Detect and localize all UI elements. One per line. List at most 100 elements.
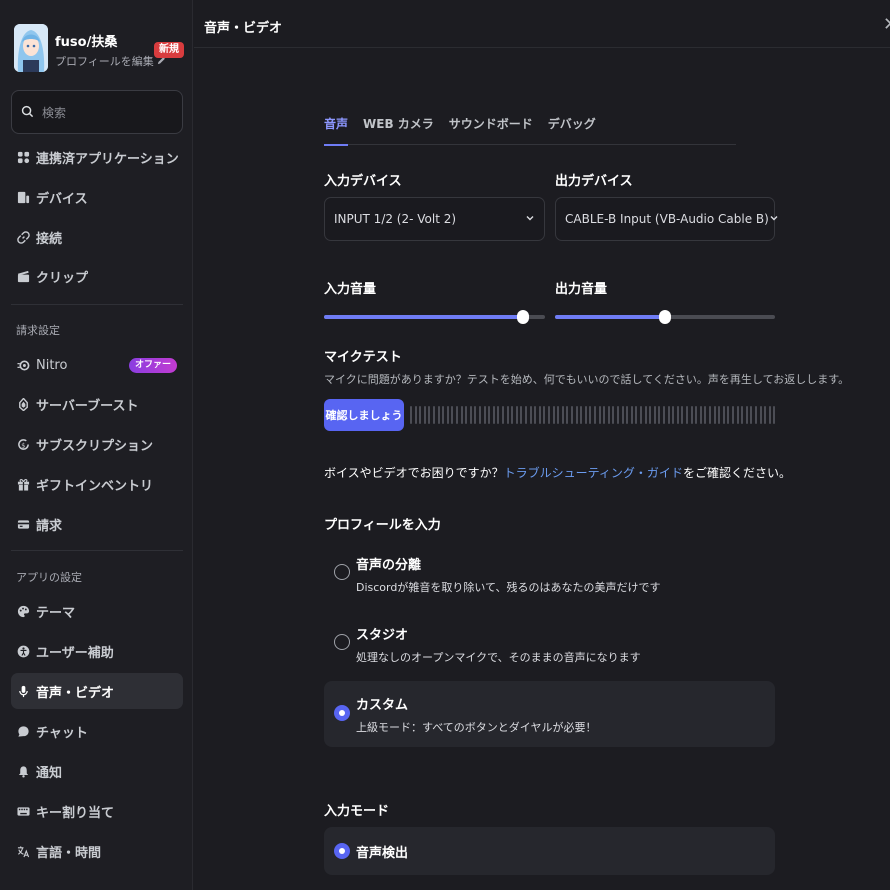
meter-bar xyxy=(529,406,532,424)
header-bar: 音声・ビデオ ✕ xyxy=(194,0,890,48)
sidebar-item-language[interactable]: 言語・時間 xyxy=(11,833,183,869)
sidebar-item-notifications[interactable]: 通知 xyxy=(11,753,183,789)
slider-fill xyxy=(324,315,523,319)
radio-button[interactable] xyxy=(334,564,350,580)
slider-handle[interactable] xyxy=(659,310,671,324)
meter-bar xyxy=(506,406,509,424)
output-device-select[interactable]: CABLE-B Input (VB-Audio Cable B) xyxy=(555,197,778,241)
meter-bar xyxy=(640,406,642,424)
meter-bar xyxy=(552,406,555,424)
billing-section-header: 請求設定 xyxy=(16,324,60,337)
option-title: 音声検出 xyxy=(356,846,409,861)
sidebar-item-connections[interactable]: 接続 xyxy=(11,219,183,255)
meter-bar xyxy=(561,406,564,424)
sidebar-item-label: キー割り当て xyxy=(36,805,115,821)
profile-option-custom[interactable]: カスタム 上級モード：すべてのボタンとダイヤルが必要！ xyxy=(324,681,775,747)
edit-profile-label: プロフィールを編集 xyxy=(55,55,154,68)
sidebar-item-devices[interactable]: デバイス xyxy=(11,179,183,215)
profile-option-studio[interactable]: スタジオ 処理なしのオープンマイクで、そのままの音声になります xyxy=(324,615,775,675)
sidebar-item-theme[interactable]: テーマ xyxy=(11,593,183,629)
output-volume-slider[interactable] xyxy=(555,310,775,324)
sidebar-item-label: 音声・ビデオ xyxy=(36,685,115,701)
meter-bar xyxy=(773,406,776,424)
sidebar-item-label: チャット xyxy=(36,725,88,741)
mic-test-title: マイクテスト xyxy=(324,350,402,365)
close-icon[interactable]: ✕ xyxy=(883,14,890,35)
radio-button[interactable] xyxy=(334,634,350,650)
meter-bar xyxy=(635,406,638,424)
subscription-icon: $ xyxy=(16,437,30,451)
app-settings-section-header: アプリの設定 xyxy=(16,571,82,584)
tab-soundboard[interactable]: サウンドボード xyxy=(449,112,533,145)
meter-bar xyxy=(442,406,445,424)
chevron-down-icon xyxy=(525,212,535,226)
edit-profile-link[interactable]: プロフィールを編集 xyxy=(55,53,166,69)
meter-bar xyxy=(419,406,422,424)
tab-debug[interactable]: デバッグ xyxy=(548,112,596,145)
sidebar-item-authorized-apps[interactable]: 連携済アプリケーション xyxy=(11,139,183,175)
meter-bar xyxy=(598,406,601,424)
meter-bar xyxy=(695,406,698,424)
meter-bar xyxy=(520,406,523,424)
meter-bar xyxy=(566,406,569,424)
search-input[interactable]: 検索 xyxy=(11,90,183,134)
card-icon xyxy=(16,517,30,531)
sidebar-item-gift-inventory[interactable]: ギフトインベントリ xyxy=(11,466,183,502)
sidebar-item-keybinds[interactable]: キー割り当て xyxy=(11,793,183,829)
meter-bar xyxy=(543,406,546,424)
avatar[interactable] xyxy=(14,24,48,72)
input-mode-voice-activity[interactable]: 音声検出 xyxy=(324,827,775,875)
meter-bar xyxy=(709,406,711,424)
mic-test-button[interactable]: 確認しましょう xyxy=(324,399,404,431)
meter-bar xyxy=(681,406,684,424)
slider-handle[interactable] xyxy=(516,310,529,324)
meter-bar xyxy=(437,406,440,424)
input-volume-label: 入力音量 xyxy=(324,282,377,297)
profile-option-voice-isolation[interactable]: 音声の分離 Discordが雑音を取り除いて、残るのはあなたの美声だけです xyxy=(324,545,775,605)
output-volume-label: 出力音量 xyxy=(555,282,608,297)
meter-bar xyxy=(644,406,647,424)
input-device-select[interactable]: INPUT 1/2 (2- Volt 2) xyxy=(324,197,545,241)
meter-bar xyxy=(704,406,707,424)
user-profile-panel[interactable]: fuso/扶桑 プロフィールを編集 新規 xyxy=(0,0,192,88)
sidebar-item-nitro[interactable]: Nitro オファー xyxy=(11,347,183,383)
sidebar-item-label: ユーザー補助 xyxy=(36,645,114,661)
sidebar-divider xyxy=(11,550,183,551)
sidebar-item-accessibility[interactable]: ユーザー補助 xyxy=(11,633,183,669)
sidebar-item-clips[interactable]: クリップ xyxy=(11,258,183,294)
meter-bar xyxy=(617,406,619,424)
input-volume-slider[interactable] xyxy=(324,310,545,324)
sidebar-item-subscriptions[interactable]: $ サブスクリプション xyxy=(11,426,183,462)
tab-webcam[interactable]: WEB カメラ xyxy=(363,112,434,145)
svg-text:$: $ xyxy=(21,441,25,449)
meter-bar xyxy=(658,406,661,424)
chat-icon xyxy=(16,724,30,738)
sidebar-divider xyxy=(11,304,183,305)
meter-bar xyxy=(750,406,753,424)
meter-bar xyxy=(727,406,730,424)
accessibility-icon xyxy=(16,644,30,658)
meter-bar xyxy=(534,406,537,424)
meter-bar xyxy=(548,406,550,424)
meter-bar xyxy=(515,406,518,424)
offer-badge: オファー xyxy=(128,357,177,373)
meter-bar xyxy=(626,406,629,424)
tab-voice[interactable]: 音声 xyxy=(324,112,349,146)
sidebar-item-billing[interactable]: 請求 xyxy=(11,506,183,542)
meter-bar xyxy=(483,406,486,424)
meter-bar xyxy=(699,406,702,424)
sidebar-item-chat[interactable]: チャット xyxy=(11,713,183,749)
radio-button-selected[interactable] xyxy=(334,843,350,859)
meter-bar xyxy=(741,406,744,424)
option-title: カスタム xyxy=(356,698,409,713)
meter-bar xyxy=(525,406,527,424)
troubleshooting-guide-link[interactable]: トラブルシューティング・ガイド xyxy=(504,466,683,480)
meter-bar xyxy=(580,406,583,424)
meter-bar xyxy=(433,406,435,424)
palette-icon xyxy=(16,604,30,618)
radio-button-selected[interactable] xyxy=(334,705,350,721)
meter-bar xyxy=(446,406,449,424)
meter-bar xyxy=(736,406,739,424)
sidebar-item-server-boost[interactable]: サーバーブースト xyxy=(11,386,183,422)
sidebar-item-voice-video[interactable]: 音声・ビデオ xyxy=(11,673,183,709)
